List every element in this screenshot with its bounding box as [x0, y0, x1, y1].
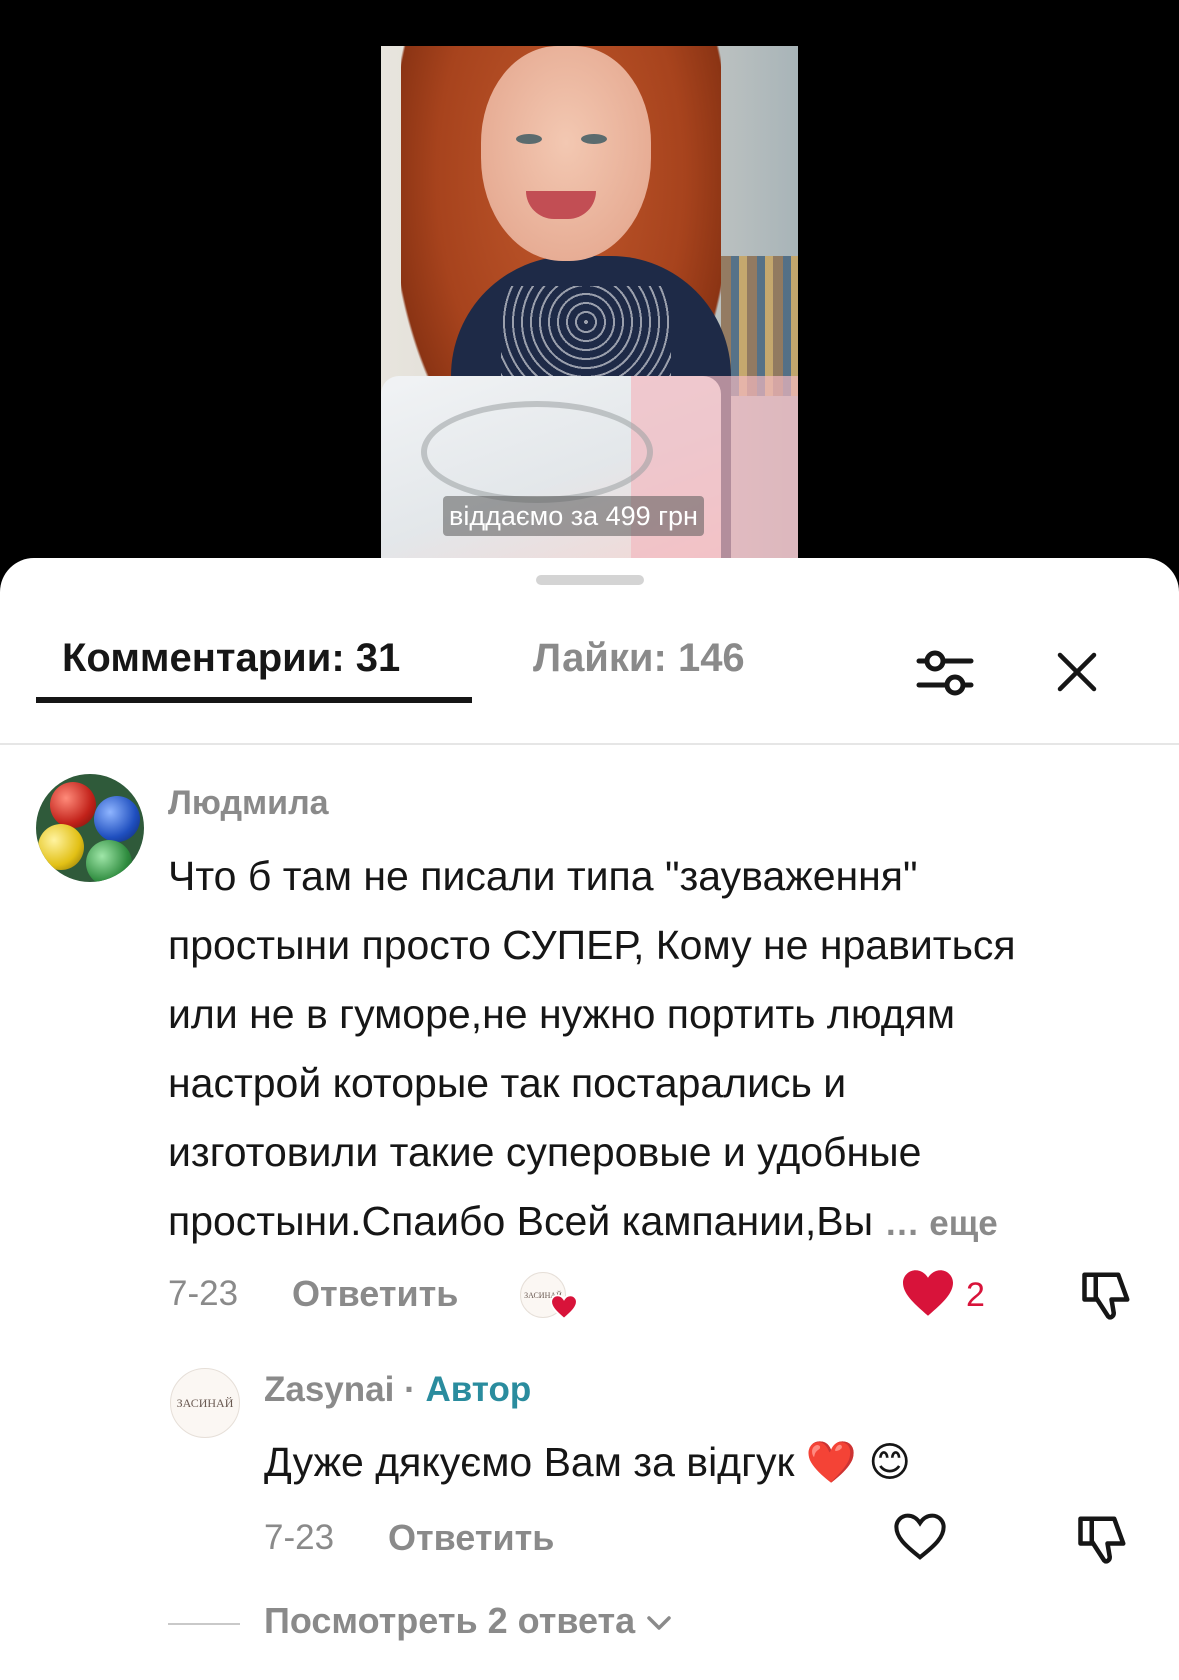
close-icon[interactable] — [1055, 650, 1099, 694]
like-count: 2 — [966, 1276, 985, 1314]
comment-body: Что б там не писали типа "зауваження" пр… — [168, 853, 1016, 1244]
avatar-ball-red — [50, 782, 96, 828]
presenter-face — [481, 46, 651, 261]
reply-avatar[interactable]: ЗАСИНАЙ — [170, 1368, 240, 1438]
video-player[interactable]: віддаємо за 499 грн — [0, 0, 1179, 560]
package-pattern — [421, 401, 653, 503]
see-more-link[interactable]: … еще — [885, 1204, 998, 1243]
thumb-down-icon[interactable] — [1080, 1268, 1134, 1322]
reply-heart-icon[interactable] — [893, 1512, 947, 1562]
tab-likes[interactable]: Лайки: 146 — [533, 618, 745, 698]
video-caption: віддаємо за 499 грн — [443, 496, 704, 536]
view-replies-line — [168, 1623, 240, 1625]
author-badge: Автор — [425, 1370, 532, 1409]
filter-sliders-icon[interactable] — [915, 645, 975, 701]
reply-date: 7-23 — [264, 1518, 335, 1557]
reply-author[interactable]: Zasynai — [264, 1370, 394, 1409]
reply-button[interactable]: Ответить — [292, 1273, 458, 1315]
reply-text: Дуже дякуємо Вам за відгук ❤️ 😊 — [264, 1439, 912, 1485]
tab-comments[interactable]: Комментарии: 31 — [62, 618, 400, 698]
reply-thumb-down-icon[interactable] — [1076, 1512, 1130, 1566]
sheet-drag-handle[interactable] — [536, 575, 644, 585]
avatar-ball-blue — [94, 796, 140, 842]
presenter-eye-left — [516, 134, 542, 144]
video-frame[interactable] — [381, 46, 798, 560]
comment-date: 7-23 — [168, 1274, 239, 1313]
tabs-divider — [0, 743, 1179, 745]
avatar-ball-green — [86, 840, 132, 882]
comment-author[interactable]: Людмила — [168, 784, 329, 823]
reply-avatar-text: ЗАСИНАЙ — [176, 1395, 234, 1410]
reply-reply-button[interactable]: Ответить — [388, 1517, 554, 1559]
tab-bar: Комментарии: 31 Лайки: 146 — [0, 618, 1179, 704]
heart-icon[interactable] — [900, 1268, 956, 1318]
active-tab-indicator — [36, 697, 472, 703]
view-replies-button[interactable]: Посмотреть 2 ответа — [264, 1600, 673, 1642]
reply-author-line: Zasynai · Автор — [264, 1370, 531, 1410]
creator-heart-icon — [550, 1294, 578, 1320]
author-separator: · — [394, 1370, 426, 1409]
presenter-eye-right — [581, 134, 607, 144]
avatar[interactable] — [36, 774, 144, 882]
thread-shelf — [721, 256, 798, 396]
view-replies-label: Посмотреть 2 ответа — [264, 1600, 636, 1641]
comment-text: Что б там не писали типа "зауваження" пр… — [168, 842, 1158, 1258]
avatar-ball-yellow — [38, 824, 84, 870]
chevron-down-icon — [647, 1616, 671, 1631]
